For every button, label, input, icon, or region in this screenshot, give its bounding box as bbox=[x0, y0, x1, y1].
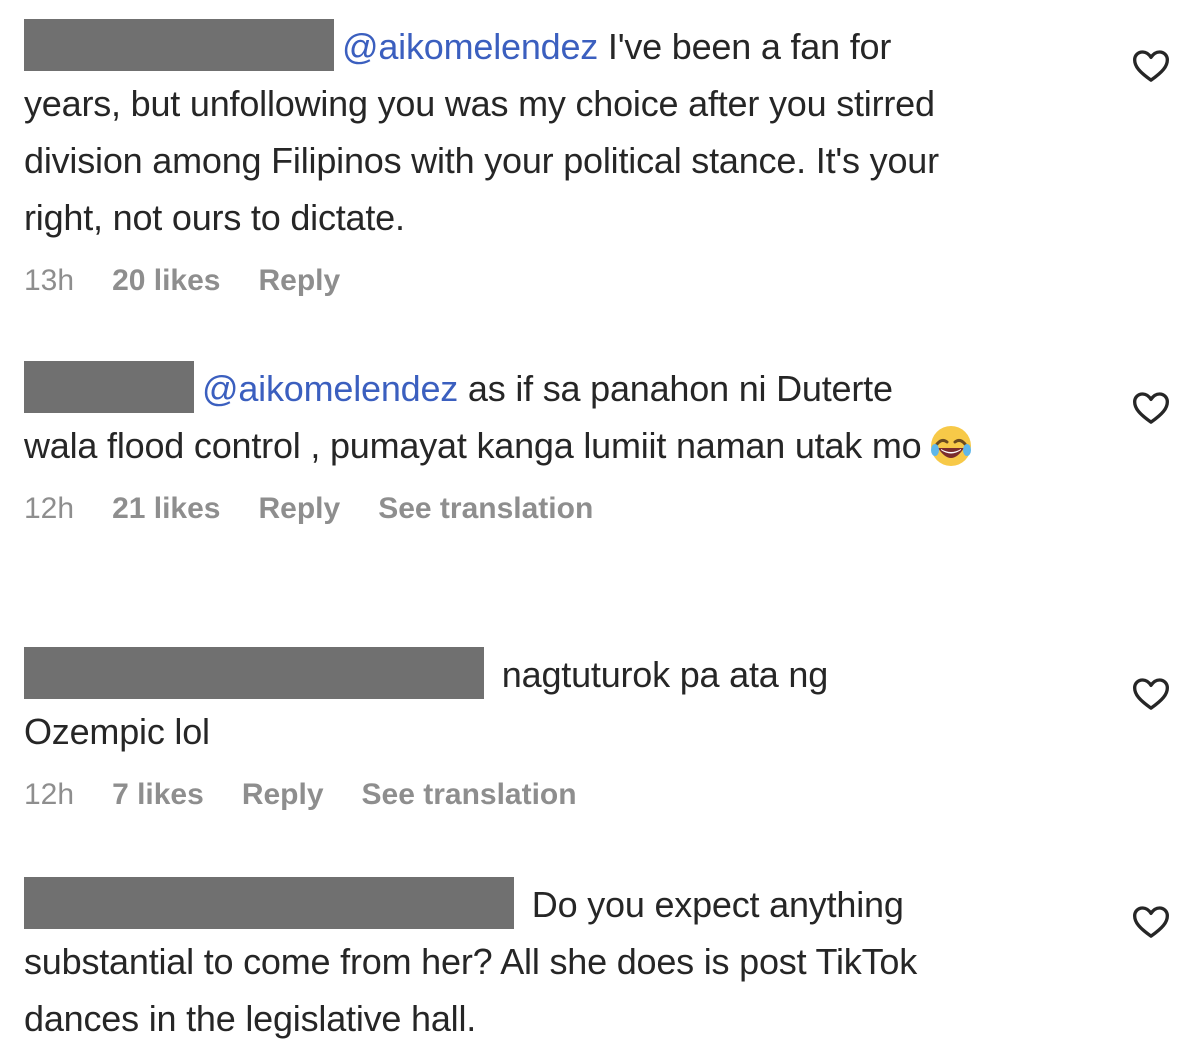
see-translation-button[interactable]: See translation bbox=[362, 778, 577, 812]
comment-meta: 13h 20 likes Reply bbox=[24, 264, 1084, 298]
comment-time: 13h bbox=[24, 264, 75, 297]
comment-likes[interactable]: 20 likes bbox=[112, 264, 220, 298]
heart-icon[interactable] bbox=[1130, 902, 1172, 942]
comment-body: nagtuturok pa ata ng Ozempic lol bbox=[24, 646, 1084, 760]
comment-text-first: Do you expect anything bbox=[522, 884, 904, 925]
redacted-username bbox=[24, 19, 334, 71]
reply-button[interactable]: Reply bbox=[259, 492, 341, 526]
comment-body: Do you expect anything substantial to co… bbox=[24, 876, 1084, 1047]
comment-1: @aikomelendez I've been a fan for years,… bbox=[24, 18, 1084, 298]
reply-button[interactable]: Reply bbox=[259, 264, 341, 298]
heart-icon[interactable] bbox=[1130, 388, 1172, 428]
comment-time: 12h bbox=[24, 492, 75, 525]
comment-text-rest: substantial to come from her? All she do… bbox=[24, 941, 918, 1039]
heart-icon[interactable] bbox=[1130, 674, 1172, 714]
redacted-username bbox=[24, 361, 194, 413]
comment-4: Do you expect anything substantial to co… bbox=[24, 876, 1084, 1047]
comment-time: 12h bbox=[24, 778, 75, 811]
comment-meta: 12h 21 likes Reply See translation bbox=[24, 492, 1084, 526]
comment-body: @aikomelendez as if sa panahon ni Dutert… bbox=[24, 360, 1084, 474]
rolling-on-floor-laughing-emoji bbox=[931, 426, 972, 466]
redacted-username bbox=[24, 647, 484, 699]
comment-3: nagtuturok pa ata ng Ozempic lol 12h 7 l… bbox=[24, 646, 1084, 812]
mention-link[interactable]: @aikomelendez bbox=[202, 368, 458, 409]
mention-link[interactable]: @aikomelendez bbox=[342, 26, 598, 67]
comment-2: @aikomelendez as if sa panahon ni Dutert… bbox=[24, 360, 1084, 526]
comment-text-rest: years, but unfollowing you was my choice… bbox=[24, 83, 939, 238]
heart-icon[interactable] bbox=[1130, 46, 1172, 86]
comment-meta: 12h 7 likes Reply See translation bbox=[24, 778, 1084, 812]
comment-likes[interactable]: 7 likes bbox=[112, 778, 204, 812]
comment-text-first: nagtuturok pa ata ng bbox=[492, 654, 829, 695]
comment-text-rest: wala flood control , pumayat kanga lumii… bbox=[24, 425, 922, 466]
comment-likes[interactable]: 21 likes bbox=[112, 492, 220, 526]
reply-button[interactable]: Reply bbox=[242, 778, 324, 812]
comment-text-first: as if sa panahon ni Duterte bbox=[458, 368, 893, 409]
redacted-username bbox=[24, 877, 514, 929]
comment-text-first: I've been a fan for bbox=[598, 26, 892, 67]
see-translation-button[interactable]: See translation bbox=[378, 492, 593, 526]
comment-body: @aikomelendez I've been a fan for years,… bbox=[24, 18, 1084, 246]
comment-text-rest: Ozempic lol bbox=[24, 711, 210, 752]
